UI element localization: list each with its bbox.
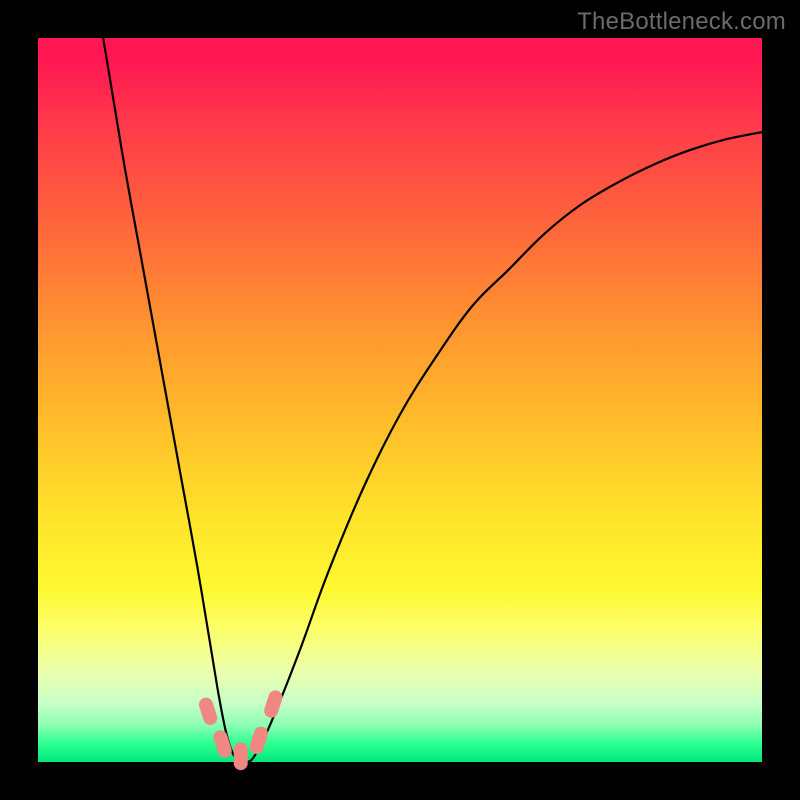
curve-markers: [197, 689, 284, 771]
chart-frame: TheBottleneck.com: [0, 0, 800, 800]
watermark-label: TheBottleneck.com: [577, 8, 786, 36]
marker-1: [197, 696, 219, 727]
chart-svg: [38, 38, 762, 762]
bottleneck-curve: [103, 38, 762, 763]
marker-4: [248, 725, 270, 756]
marker-3: [234, 742, 248, 770]
marker-5: [262, 689, 284, 720]
plot-area: [38, 38, 762, 762]
